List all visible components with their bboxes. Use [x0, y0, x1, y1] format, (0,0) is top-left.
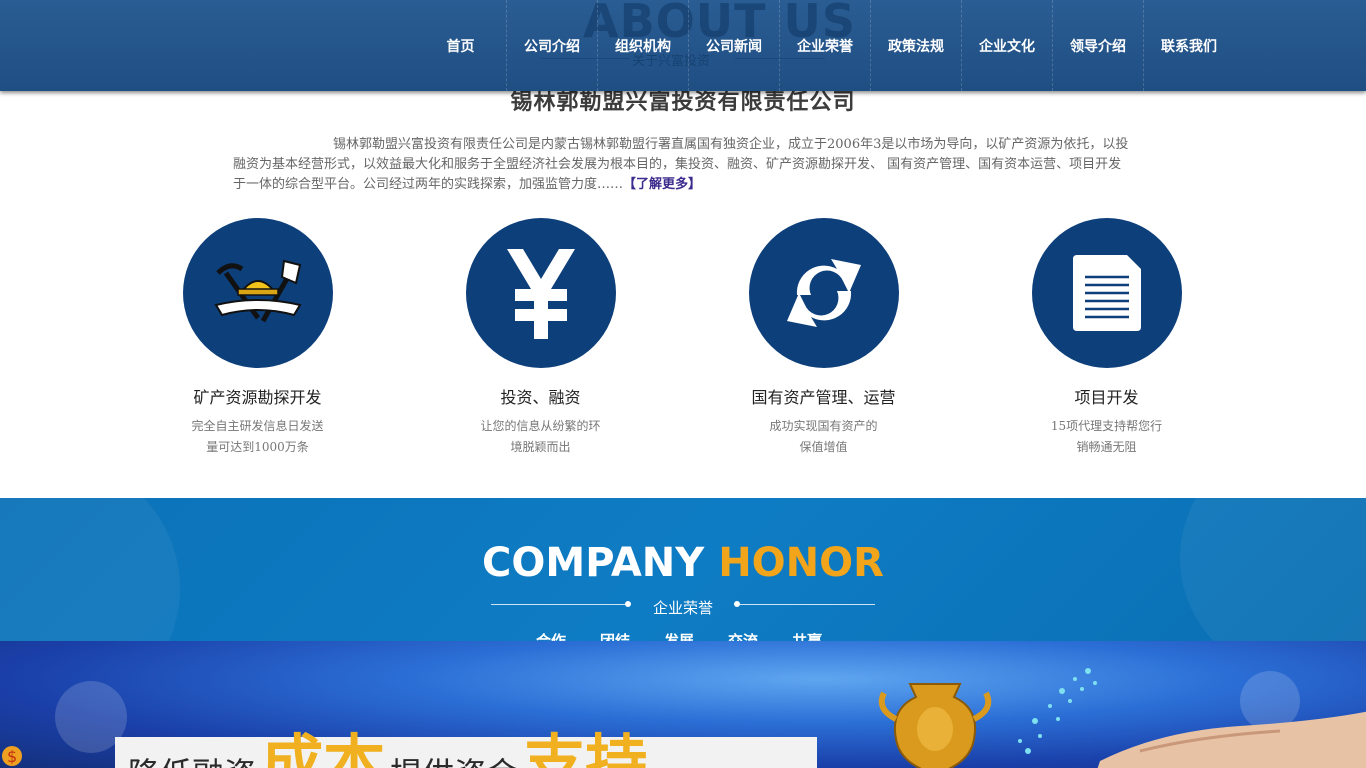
nav-item-policies[interactable]: 政策法规 [870, 0, 961, 91]
feature-icon-circle[interactable] [182, 218, 333, 368]
feature-title: 国有资产管理、运营 [751, 388, 896, 407]
feature-desc-line: 15项代理支持帮您行 [1050, 419, 1163, 433]
feature-desc-line: 完全自主研发信息日发送 [191, 419, 324, 433]
honor-logo-word-2: HONOR [718, 540, 884, 586]
honor-tag: 发展 [664, 632, 695, 641]
banner-text-1: 降低融资 [128, 755, 256, 768]
nav-item-contact[interactable]: 联系我们 [1143, 0, 1234, 91]
honor-tag: 合作 [536, 632, 567, 641]
feature-desc-line: 量可达到1000万条 [206, 440, 309, 454]
feature-asset-management: 国有资产管理、运营 成功实现国有资产的 保值增值 [682, 218, 965, 458]
honor-tag: 共赢 [792, 632, 823, 641]
company-intro-text: 锡林郭勒盟兴富投资有限责任公司是内蒙古锡林郭勒盟行署直属国有独资企业，成立于20… [233, 135, 1133, 195]
golden-vase-image [878, 683, 992, 768]
nav-item-organization[interactable]: 组织机构 [597, 0, 688, 91]
honor-subtitle: 企业荣誉 [652, 599, 713, 617]
feature-title: 项目开发 [1074, 388, 1139, 407]
nav-item-culture[interactable]: 企业文化 [961, 0, 1052, 91]
feature-icon-circle[interactable] [748, 218, 899, 368]
honor-tag: 交流 [728, 632, 759, 641]
feature-desc-line: 成功实现国有资产的 [769, 419, 878, 433]
honor-logo-word-1: COMPANY [482, 540, 705, 586]
feature-investment: 投资、融资 让您的信息从纷繁的环 境脱颖而出 [399, 218, 682, 458]
hand-image [1097, 711, 1366, 768]
feature-desc-line: 保值增值 [799, 440, 848, 454]
feature-desc-line: 销畅通无阻 [1076, 440, 1137, 454]
feature-description: 15项代理支持帮您行 销畅通无阻 [965, 416, 1248, 458]
feature-title: 投资、融资 [500, 388, 581, 407]
nav-item-home[interactable]: 首页 [415, 0, 506, 91]
nav-item-leadership[interactable]: 领导介绍 [1052, 0, 1143, 91]
feature-icon-circle[interactable] [1031, 218, 1182, 368]
feature-project-development: 项目开发 15项代理支持帮您行 销畅通无阻 [965, 218, 1248, 458]
refresh-icon [786, 259, 861, 327]
company-honor-section: COMPANY HONOR 企业荣誉 合作 团结 发展 交流 共赢 [0, 498, 1366, 641]
yen-icon [506, 249, 575, 339]
banner-highlight-1: 成本 [261, 727, 386, 768]
nav-item-honors[interactable]: 企业荣誉 [779, 0, 870, 91]
nav-item-news[interactable]: 公司新闻 [688, 0, 779, 91]
nav-item-company-intro[interactable]: 公司介绍 [506, 0, 597, 91]
promo-banner[interactable]: $ 降低融资 成本 提供资金 支持 [0, 641, 1366, 768]
feature-mining: 矿产资源勘探开发 完全自主研发信息日发送 量可达到1000万条 [116, 218, 399, 458]
banner-slogan: 降低融资 成本 提供资金 支持 [128, 713, 647, 768]
feature-description: 让您的信息从纷繁的环 境脱颖而出 [399, 416, 682, 458]
document-icon [1072, 255, 1141, 331]
svg-text:$: $ [7, 747, 17, 766]
feature-desc-line: 境脱颖而出 [510, 440, 571, 454]
banner-text-2: 提供资金 [390, 755, 518, 768]
honor-divider-right [740, 604, 875, 605]
learn-more-link[interactable]: 【了解更多】 [623, 177, 701, 192]
feature-title: 矿产资源勘探开发 [193, 388, 322, 407]
feature-icon-circle[interactable] [465, 218, 616, 368]
feature-desc-line: 让您的信息从纷繁的环 [480, 419, 601, 433]
company-honor-logo: COMPANY HONOR [0, 540, 1366, 586]
main-menu: 首页 公司介绍 组织机构 公司新闻 企业荣誉 政策法规 企业文化 领导介绍 联系… [415, 0, 1234, 91]
top-navigation-bar: ABOUT US 关于兴富投资 首页 公司介绍 组织机构 公司新闻 企业荣誉 政… [0, 0, 1366, 91]
mining-helmet-icon [213, 259, 302, 323]
honor-tags: 合作 团结 发展 交流 共赢 [536, 630, 822, 641]
coin-icon: $ [2, 746, 22, 766]
feature-description: 成功实现国有资产的 保值增值 [682, 416, 965, 458]
business-features: 矿产资源勘探开发 完全自主研发信息日发送 量可达到1000万条 投资、融资 让您… [116, 218, 1250, 458]
feature-description: 完全自主研发信息日发送 量可达到1000万条 [116, 416, 399, 458]
honor-tag: 团结 [600, 632, 631, 641]
banner-highlight-2: 支持 [523, 727, 648, 768]
